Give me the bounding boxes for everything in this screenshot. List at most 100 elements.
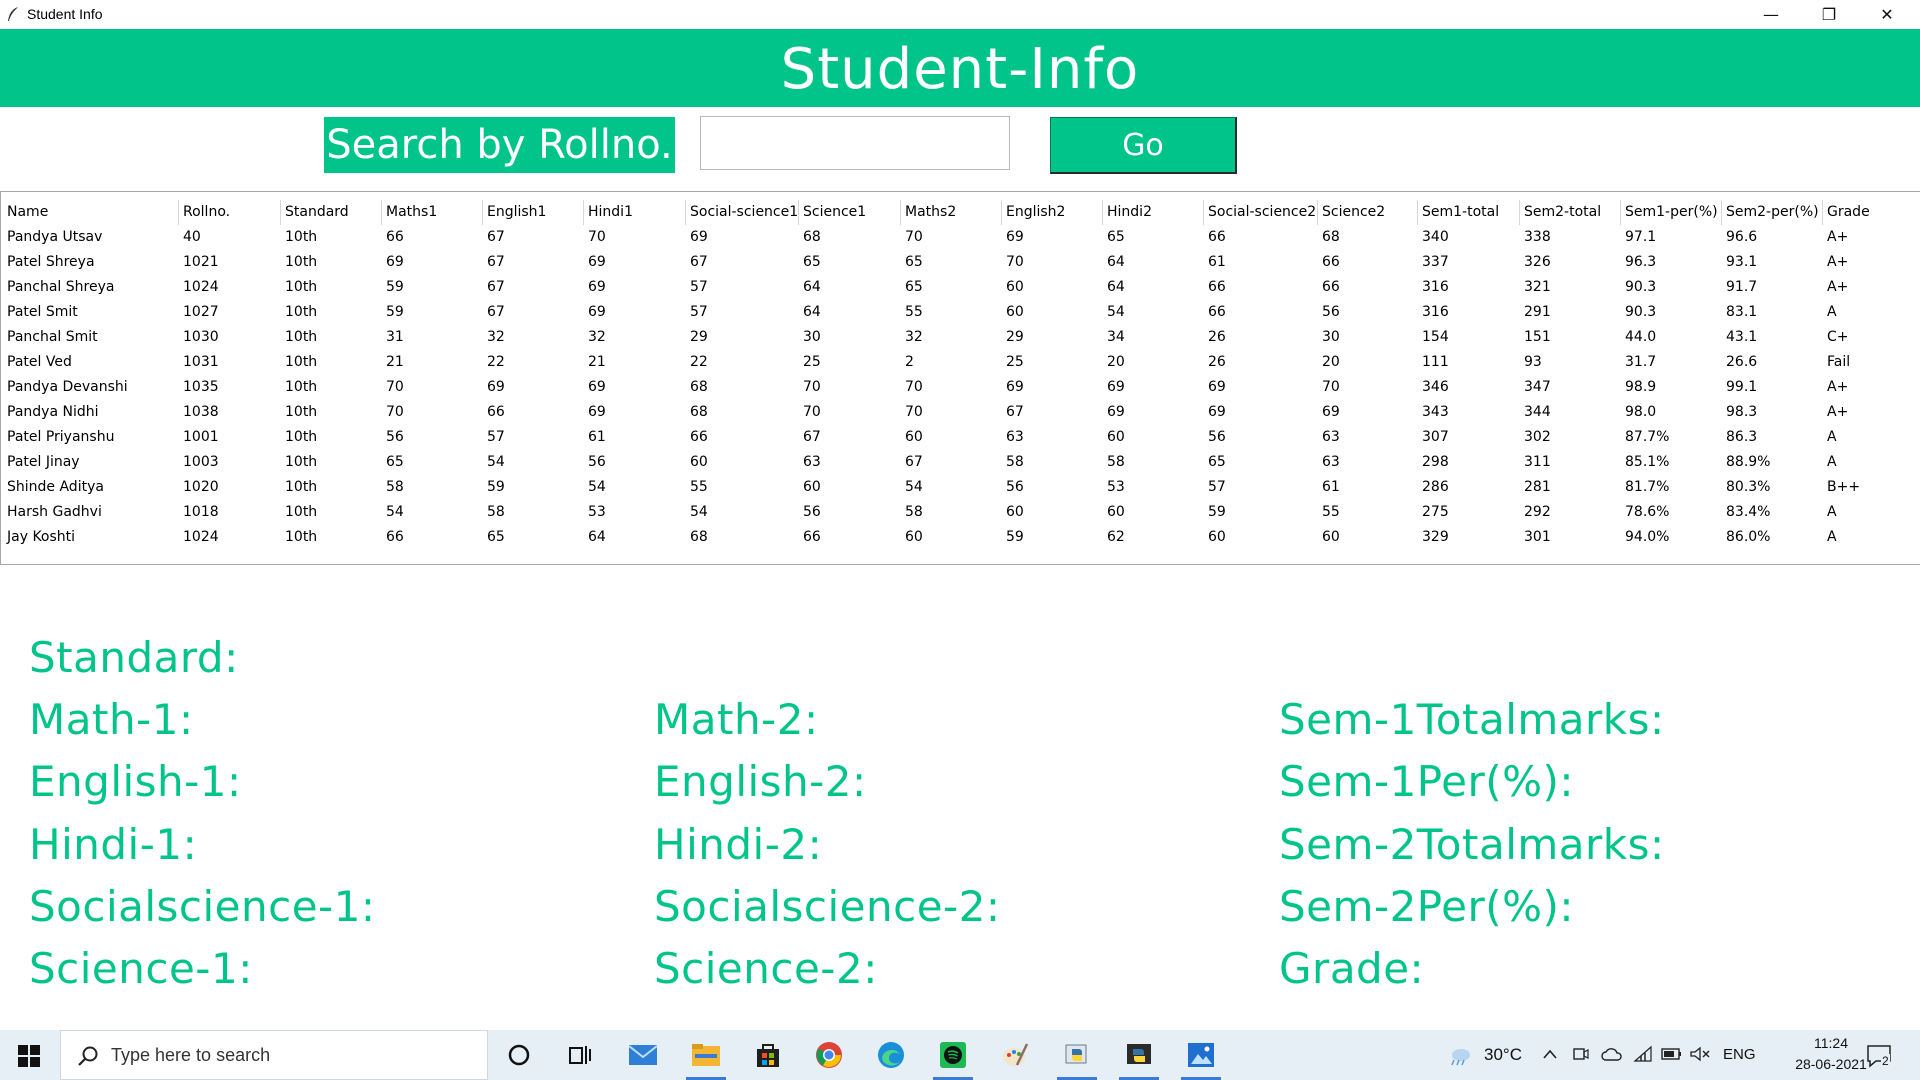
table-cell: 316 [1422,304,1449,320]
column-header[interactable]: Sem2-per(%) [1726,200,1819,225]
wifi-icon[interactable] [1633,1045,1653,1063]
notification-count: 2 [1881,1054,1890,1068]
column-separator[interactable] [1620,200,1621,225]
language-indicator[interactable]: ENG [1723,1046,1756,1063]
chevron-up-icon[interactable] [1542,1048,1558,1060]
table-row[interactable]: Patel Ved 1031 10th 21 22 21 22 25 2 25 20 26 20 111 9… [1,350,1920,375]
table-cell: 292 [1524,504,1551,520]
table-cell: A [1827,429,1837,445]
grade-label: Grade: [1279,944,1425,993]
column-header[interactable]: Maths2 [905,200,956,225]
table-row[interactable]: Panchal Shreya 1024 10th 59 67 69 57 64 65 60 64 66… [1,275,1920,300]
column-header[interactable]: English2 [1006,200,1065,225]
table-cell: 69 [1107,404,1125,420]
student-table[interactable]: Name Rollno. Standard Maths1 English1 Hindi1 S… [0,191,1920,565]
table-row[interactable]: Pandya Devanshi 1035 10th 70 69 69 68 70 70 69 69 6… [1,375,1920,400]
photos-icon[interactable] [1185,1039,1217,1071]
column-separator[interactable] [1317,200,1318,225]
column-header[interactable]: Maths1 [386,200,437,225]
table-row[interactable]: Pandya Utsav 40 10th 66 67 70 69 68 70 69 65 66 68 34… [1,225,1920,250]
python-idle-icon[interactable] [1061,1039,1093,1071]
paint-icon[interactable] [999,1039,1031,1071]
column-separator[interactable] [1822,200,1823,225]
table-cell: 78.6% [1625,504,1670,520]
edge-icon[interactable] [875,1039,907,1071]
table-row[interactable]: Shinde Aditya 1020 10th 58 59 54 55 60 54 56 53 57 6… [1,475,1920,500]
column-separator[interactable] [482,200,483,225]
column-separator[interactable] [685,200,686,225]
table-cell: 93.1 [1726,254,1758,270]
table-cell: 66 [386,229,404,245]
column-header[interactable]: Science2 [1322,200,1385,225]
table-row[interactable]: Panchal Smit 1030 10th 31 32 32 29 30 32 29 34 26 30… [1,325,1920,350]
column-header[interactable]: Science1 [803,200,866,225]
table-row[interactable]: Patel Shreya 1021 10th 69 67 69 67 65 65 70 64 61 66… [1,250,1920,275]
battery-icon[interactable] [1661,1047,1683,1061]
column-separator[interactable] [798,200,799,225]
column-separator[interactable] [1102,200,1103,225]
column-header[interactable]: English1 [487,200,546,225]
column-header[interactable]: Name [7,200,48,225]
volume-muted-icon[interactable] [1689,1045,1711,1063]
column-separator[interactable] [1001,200,1002,225]
minimize-button[interactable]: — [1742,0,1800,29]
table-cell: 67 [803,429,821,445]
clock-date[interactable]: 28-06-2021 [1790,1056,1872,1072]
column-separator[interactable] [381,200,382,225]
column-header[interactable]: Social-science2 [1208,200,1316,225]
column-separator[interactable] [178,200,179,225]
file-explorer-icon[interactable] [690,1039,722,1071]
weather-icon[interactable] [1447,1044,1473,1066]
table-row[interactable]: Patel Priyanshu 1001 10th 56 57 61 66 67 60 63 60 5… [1,425,1920,450]
chrome-icon[interactable] [813,1039,845,1071]
column-header[interactable]: Hindi2 [1107,200,1152,225]
restore-button[interactable]: ❐ [1800,0,1858,29]
hindi1-label: Hindi-1: [29,820,198,869]
python-app-icon[interactable] [1123,1039,1155,1071]
table-cell: 97.1 [1625,229,1657,245]
go-button[interactable]: Go [1050,117,1237,174]
mail-icon[interactable] [627,1039,659,1071]
table-row[interactable]: Pandya Nidhi 1038 10th 70 66 69 68 70 70 67 69 69 69… [1,400,1920,425]
column-separator[interactable] [583,200,584,225]
table-row[interactable]: Patel Smit 1027 10th 59 67 69 57 64 55 60 54 66 56 31… [1,300,1920,325]
column-separator[interactable] [900,200,901,225]
column-separator[interactable] [1417,200,1418,225]
column-header[interactable]: Sem1-total [1422,200,1499,225]
column-header[interactable]: Social-science1 [690,200,798,225]
windows-start-icon[interactable] [18,1045,40,1067]
column-header[interactable]: Rollno. [183,200,230,225]
task-view-icon[interactable] [564,1039,596,1071]
cortana-icon[interactable] [503,1039,535,1071]
table-row[interactable]: Patel Jinay 1003 10th 65 54 56 60 63 67 58 58 65 63 2… [1,450,1920,475]
temperature-text[interactable]: 30°C [1484,1045,1522,1065]
taskbar: Type here to search 30°C ENG 11:24 28-06… [0,1030,1920,1080]
table-cell: 70 [588,229,606,245]
column-header[interactable]: Sem1-per(%) [1625,200,1718,225]
column-separator[interactable] [1203,200,1204,225]
close-button[interactable]: ✕ [1858,0,1916,29]
onedrive-icon[interactable] [1601,1046,1623,1062]
taskbar-search-box[interactable]: Type here to search [60,1030,488,1080]
notifications-icon[interactable] [1866,1043,1894,1069]
table-row[interactable]: Jay Koshti 1024 10th 66 65 64 68 66 60 59 62 60 60 32… [1,525,1920,550]
table-row[interactable]: Harsh Gadhvi 1018 10th 54 58 53 54 56 58 60 60 59 55… [1,500,1920,525]
table-cell: 85.1% [1625,454,1670,470]
table-cell: 64 [588,529,606,545]
clock-time[interactable]: 11:24 [1790,1035,1872,1051]
column-header[interactable]: Grade [1827,200,1870,225]
column-separator[interactable] [280,200,281,225]
table-cell: 60 [905,529,923,545]
spotify-icon[interactable] [937,1039,969,1071]
table-cell: 64 [1107,254,1125,270]
column-header[interactable]: Standard [285,200,349,225]
column-separator[interactable] [1721,200,1722,225]
table-cell: 29 [1006,329,1024,345]
column-header[interactable]: Hindi1 [588,200,633,225]
rollno-search-input[interactable] [700,116,1010,170]
meet-now-icon[interactable] [1572,1045,1590,1063]
store-icon[interactable] [752,1039,784,1071]
table-cell: 60 [690,454,708,470]
column-separator[interactable] [1519,200,1520,225]
column-header[interactable]: Sem2-total [1524,200,1601,225]
